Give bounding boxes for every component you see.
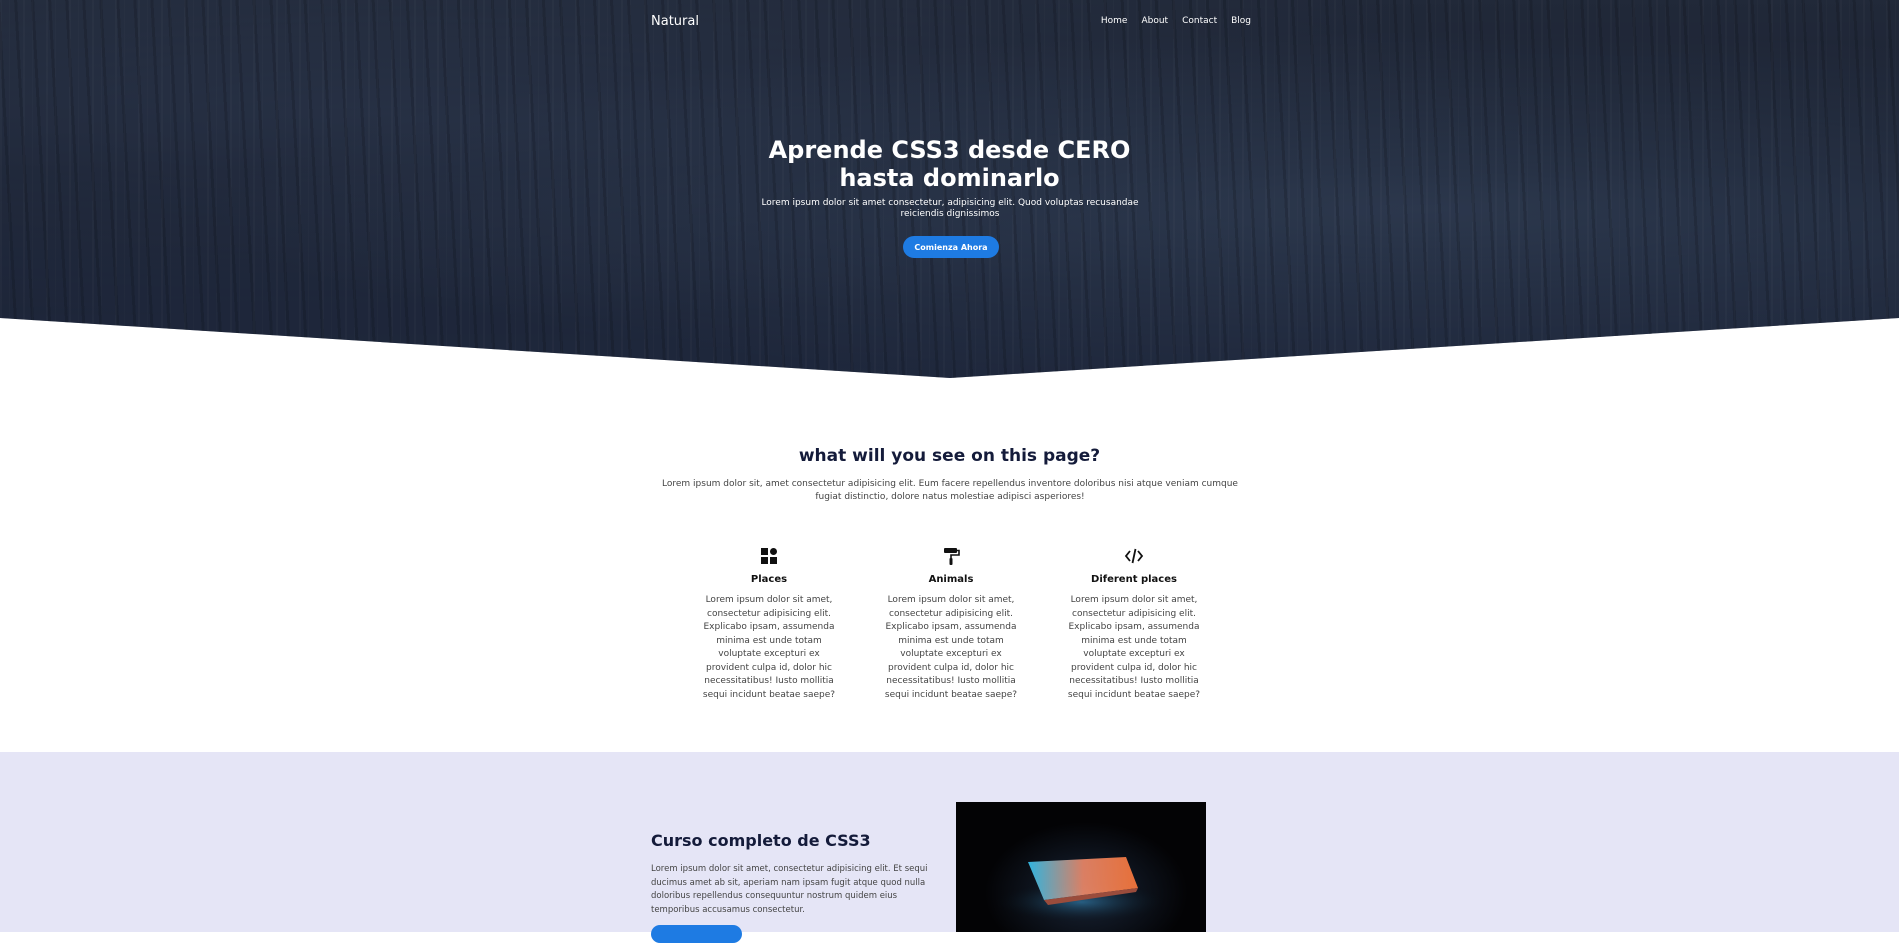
feature-card: Animals Lorem ipsum dolor sit amet, cons…: [881, 546, 1021, 702]
navbar: Natural Home About Contact Blog: [651, 14, 1251, 30]
feature-card-text: Lorem ipsum dolor sit amet, consectetur …: [884, 595, 1018, 700]
comienza-ahora-button[interactable]: Comienza Ahora: [903, 236, 999, 258]
paint-roller-icon: [944, 548, 960, 565]
feature-card: Places Lorem ipsum dolor sit amet, conse…: [699, 546, 839, 702]
nav-contact[interactable]: Contact: [1182, 16, 1217, 26]
hero-subtitle: Lorem ipsum dolor sit amet consectetur, …: [761, 198, 1139, 219]
feature-card-title: Animals: [928, 574, 974, 585]
nav-blog[interactable]: Blog: [1231, 16, 1251, 26]
feature-card-text: Lorem ipsum dolor sit amet, consectetur …: [1067, 595, 1201, 700]
feature-card-title: Diferent places: [1091, 574, 1177, 585]
nav-about[interactable]: About: [1141, 16, 1168, 26]
laptop-image: [956, 802, 1206, 932]
hero-title-line1: Aprende CSS3 desde CERO: [768, 136, 1131, 164]
grid-icon: [761, 548, 777, 564]
hero-title: Aprende CSS3 desde CERO hasta dominarlo: [0, 136, 1899, 192]
course-button[interactable]: [651, 925, 742, 943]
nav-menu: Home About Contact Blog: [1101, 16, 1251, 26]
features-text: Lorem ipsum dolor sit, amet consectetur …: [662, 479, 1238, 502]
feature-card-title: Places: [750, 574, 788, 585]
feature-card-text: Lorem ipsum dolor sit amet, consectetur …: [702, 595, 836, 700]
feature-card: Diferent places Lorem ipsum dolor sit am…: [1064, 546, 1204, 702]
features-title: what will you see on this page?: [798, 446, 1101, 466]
course-title: Curso completo de CSS3: [651, 831, 871, 850]
code-icon: [1124, 548, 1144, 564]
hero-title-line2: hasta dominarlo: [839, 164, 1060, 192]
course-section: [0, 752, 1899, 932]
course-text: Lorem ipsum dolor sit amet, consectetur …: [651, 864, 928, 915]
logo[interactable]: Natural: [651, 14, 699, 29]
laptop-icon: [991, 857, 1171, 924]
hero: Natural Home About Contact Blog Aprende …: [0, 0, 1899, 378]
nav-home[interactable]: Home: [1101, 16, 1128, 26]
